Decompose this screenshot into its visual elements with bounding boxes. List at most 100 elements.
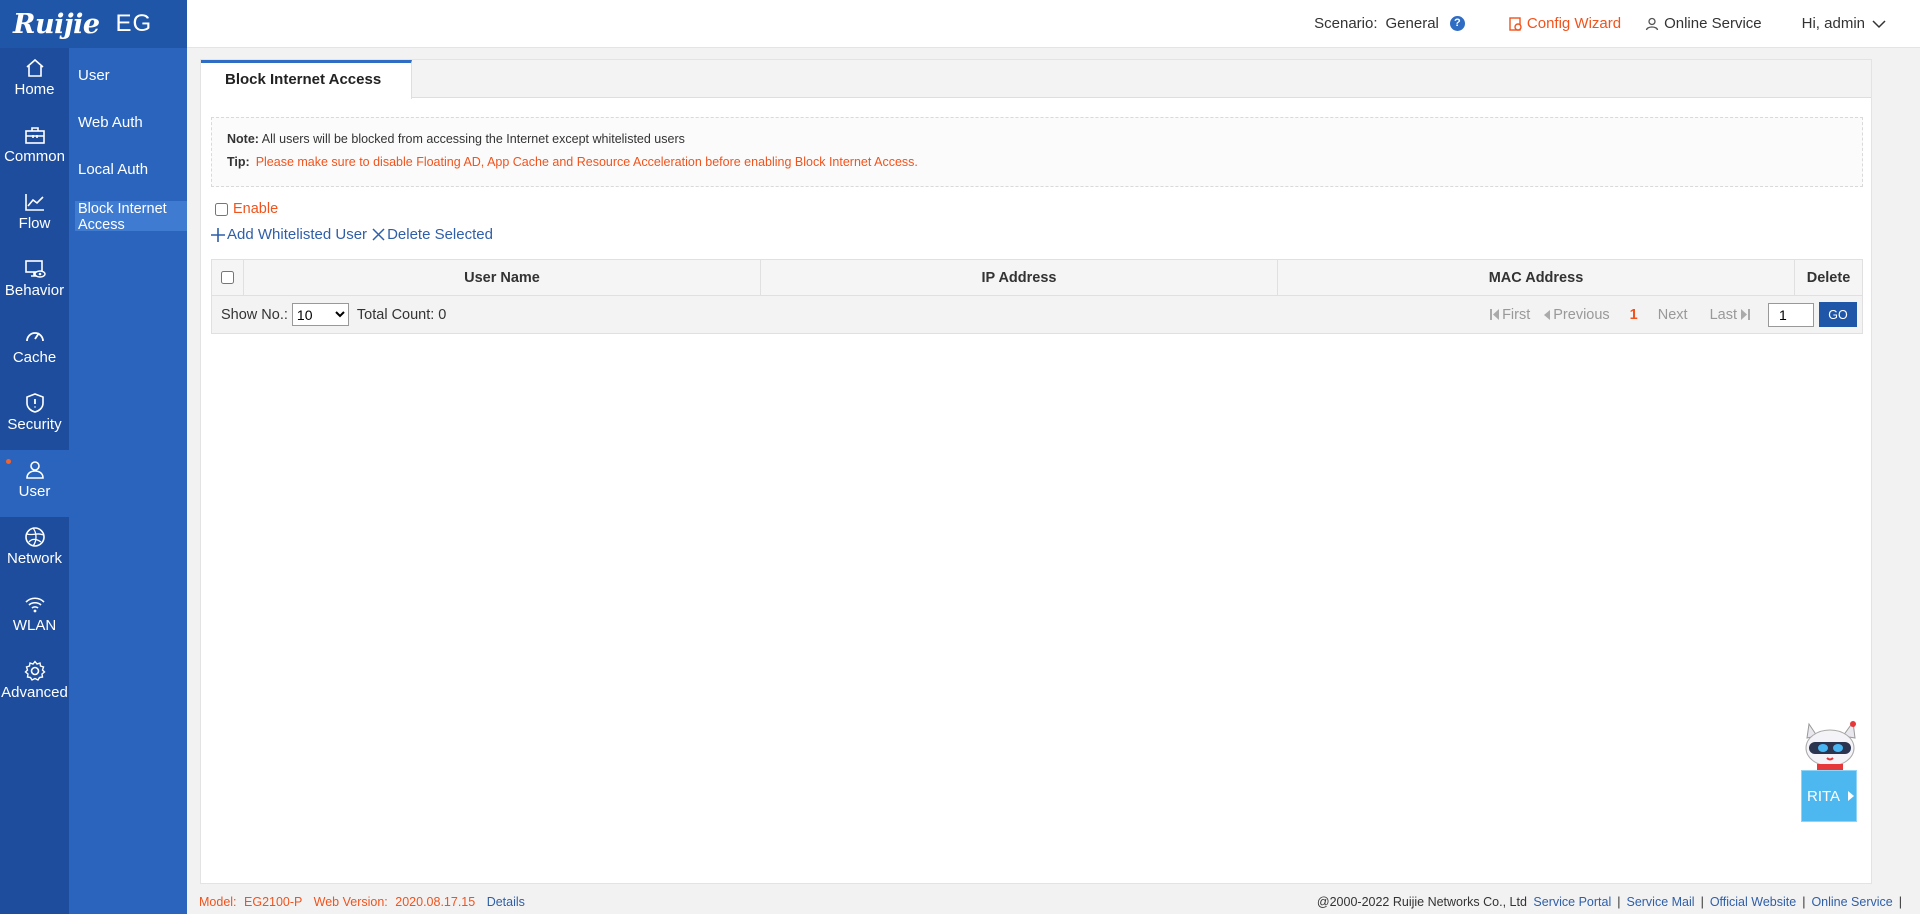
nav-advanced-label: Advanced [1,684,68,701]
nav-flow-label: Flow [18,215,51,232]
first-page-label: First [1502,306,1531,323]
nav-home[interactable]: Home [0,48,69,115]
first-page-button[interactable]: First [1490,307,1530,323]
last-page-icon [1741,309,1750,320]
nav-behavior[interactable]: Behavior [0,249,69,316]
footer-separator: | [1898,895,1902,909]
help-icon[interactable]: ? [1449,16,1465,31]
column-header-ip-address: IP Address [761,260,1278,295]
next-page-button[interactable]: Next [1658,307,1688,323]
user-icon [25,461,44,479]
submenu-item-web-auth[interactable]: Web Auth [69,99,187,146]
rita-label-box: RITA [1801,770,1857,822]
action-bar: Add Whitelisted User Delete Selected [211,226,498,243]
column-header-delete: Delete [1806,269,1851,286]
gear-icon [23,660,46,681]
speedometer-icon [25,332,44,342]
rita-label: RITA [1807,787,1841,805]
nav-wlan[interactable]: WLAN [0,584,69,651]
robot-mascot-icon [1805,720,1856,776]
tab-block-internet-access[interactable]: Block Internet Access [201,60,412,99]
sub-menu: User Web Auth Local Auth Block Internet … [69,48,187,914]
add-whitelisted-user-button[interactable]: Add Whitelisted User [211,226,367,243]
rita-assistant[interactable]: RITA [1795,718,1865,826]
column-header-user-name: User Name [244,260,761,295]
note-line: Note: All users will be blocked from acc… [227,132,1862,146]
submenu-item-local-auth[interactable]: Local Auth [69,146,187,193]
submenu-item-user[interactable]: User [69,52,187,99]
scenario-label: Scenario: [1314,15,1378,32]
footer-separator: | [1700,895,1704,909]
nav-common-label: Common [4,148,65,165]
triangle-left-icon [1544,309,1551,320]
nav-user[interactable]: User [0,450,69,517]
service-portal-link[interactable]: Service Portal [1533,895,1611,909]
service-mail-link[interactable]: Service Mail [1626,895,1694,909]
model-value: EG2100-P [244,895,303,909]
line-chart-icon [24,194,44,211]
previous-page-label: Previous [1553,306,1610,323]
tip-text: Please make sure to disable Floating AD,… [255,155,918,169]
show-no-label: Show No.: [221,306,288,323]
table-footer: Show No.: 10 Total Count: 0 First Previo… [212,296,1862,333]
previous-page-button[interactable]: Previous [1544,306,1610,323]
globe-icon [24,527,45,547]
tip-label: Tip: [227,155,250,169]
nav-common[interactable]: Common [0,115,69,182]
whitelist-table: User Name IP Address MAC Address Delete … [211,259,1863,334]
model-label: Model: [199,895,237,909]
go-button[interactable]: GO [1819,302,1857,327]
nav-behavior-label: Behavior [4,282,65,299]
person-icon [1645,17,1659,30]
tab-bar: Block Internet Access [201,60,1871,99]
plus-icon [211,227,225,242]
brand-header: Ruijie EG [0,0,187,48]
enable-checkbox[interactable] [215,202,228,216]
online-service-footer-link[interactable]: Online Service [1811,895,1892,909]
add-whitelisted-user-label: Add Whitelisted User [227,226,368,243]
nav-network-label: Network [6,550,62,567]
footer-links: @2000-2022 Ruijie Networks Co., Ltd Serv… [1317,895,1908,909]
goto-page-input[interactable] [1768,302,1814,327]
user-menu[interactable]: Hi, admin [1802,15,1886,32]
first-page-icon [1490,309,1500,320]
notes-box: Note: All users will be blocked from acc… [211,117,1863,187]
scenario-value: General [1385,15,1439,32]
last-page-button[interactable]: Last [1710,307,1750,323]
footer-separator: | [1617,895,1621,909]
delete-selected-button[interactable]: Delete Selected [372,226,493,243]
tip-line: Tip: Please make sure to disable Floating… [227,155,1862,169]
total-count-label: Total Count: [356,306,435,323]
greeting-text: Hi, admin [1801,15,1865,32]
pagination: First Previous 1 Next Last GO [1476,296,1857,333]
current-page-number[interactable]: 1 [1630,307,1638,323]
enable-toggle[interactable]: Enable [215,201,278,217]
nav-cache[interactable]: Cache [0,316,69,383]
scenario-selector[interactable]: Scenario: General ? [1314,15,1465,32]
main-panel: Block Internet Access Note: All users wi… [200,59,1872,884]
footer-version-info: Model: EG2100-P Web Version: 2020.08.17.… [199,895,525,909]
content-area: Block Internet Access Note: All users wi… [187,48,1920,914]
triangle-right-icon [1848,791,1855,801]
config-wizard-link[interactable]: Config Wizard [1509,15,1621,32]
nav-advanced[interactable]: Advanced [0,651,69,718]
delete-selected-label: Delete Selected [387,226,493,243]
shield-icon [25,393,44,413]
select-all-checkbox[interactable] [221,271,234,284]
nav-flow[interactable]: Flow [0,182,69,249]
nav-network[interactable]: Network [0,517,69,584]
official-website-link[interactable]: Official Website [1710,895,1796,909]
details-link[interactable]: Details [487,895,525,909]
online-service-link[interactable]: Online Service [1645,15,1762,32]
last-page-label: Last [1709,306,1737,323]
page-size-select[interactable]: 10 [291,303,349,326]
monitor-eye-icon [24,260,46,278]
note-label: Note: [227,132,259,146]
note-text: All users will be blocked from accessing… [261,132,685,146]
chevron-down-icon [1872,19,1886,28]
nav-security[interactable]: Security [0,383,69,450]
online-service-label: Online Service [1664,15,1762,32]
nav-wlan-label: WLAN [12,617,57,634]
submenu-item-block-internet-access[interactable]: Block Internet Access [75,201,187,233]
wizard-icon [1509,16,1522,31]
